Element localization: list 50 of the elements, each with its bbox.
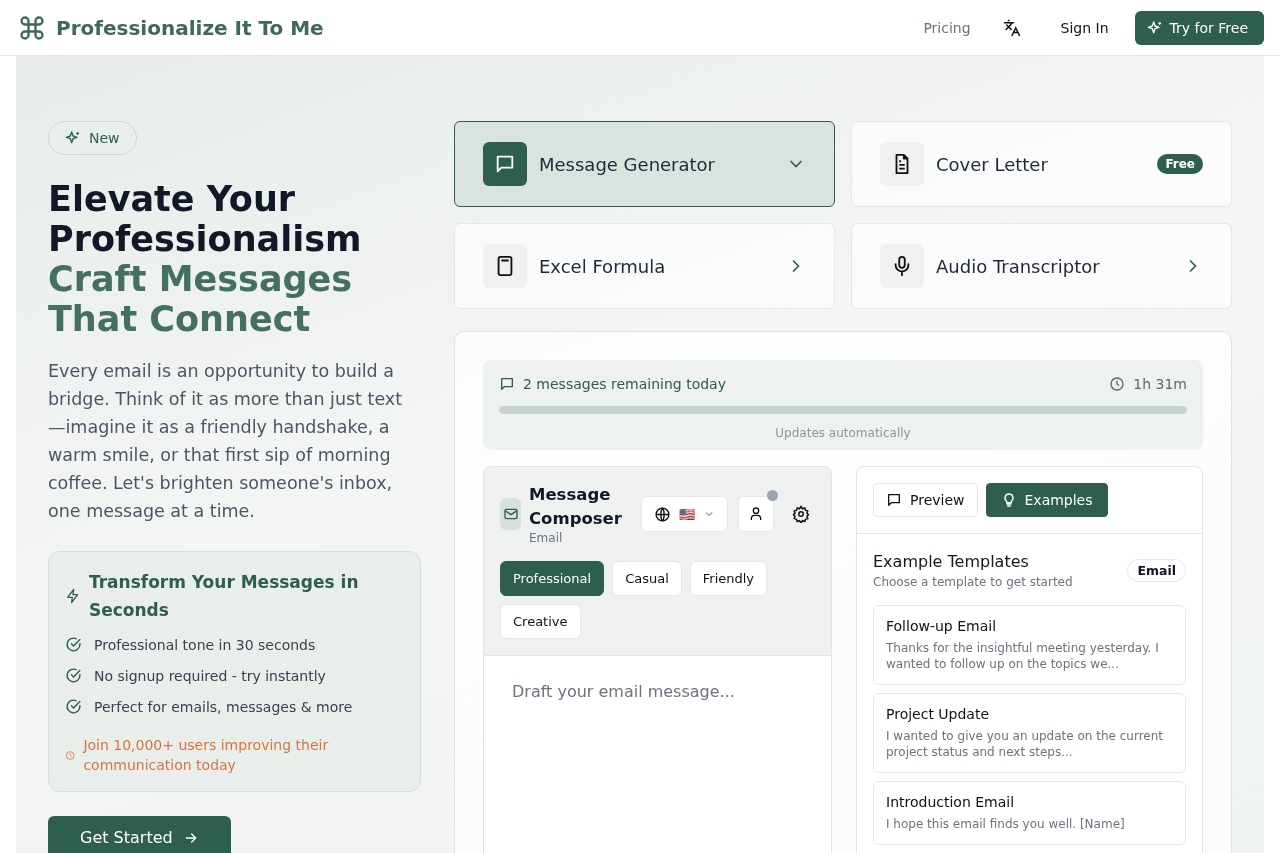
brand-name: Professionalize It To Me [56,15,324,40]
feature-item: Perfect for emails, messages & more [94,698,353,715]
tool-card[interactable]: Excel Formula [454,223,835,309]
template-card[interactable]: Project Update I wanted to give you an update on the current project status and next steps... [873,693,1186,773]
tone-chip[interactable]: Friendly [689,561,768,596]
lightning-icon [65,587,81,605]
try-for-free-button[interactable]: Try for Free [1134,10,1264,45]
hero-description: Every email is an opportunity to build a bridge. Think of it as more than just text—imagine it as a friendly handshake, a warm smile, or that first sip of morning coffee. Let's brighten someone's inbox, one message at a time. [48,360,404,523]
sign-in-button[interactable]: Sign In [1042,11,1127,44]
feature-item: Professional tone in 30 seconds [94,636,316,653]
examples-tab[interactable]: Examples [985,483,1108,517]
feature-card-title: Transform Your Messages in Seconds [88,571,360,622]
person-icon [748,506,764,522]
chat-bubble-icon [886,492,902,508]
template-card[interactable]: Introduction Email I hope this email finds you well. [Name] [873,781,1186,845]
new-badge: New [48,121,137,155]
composer-title: Message Composer [529,484,623,530]
tone-chip[interactable]: Casual [612,561,682,596]
message-input-field[interactable]: Draft your email message... [483,656,832,853]
free-badge: Free [1157,154,1203,174]
settings-icon[interactable] [792,505,810,523]
tool-card[interactable]: Audio Transcriptor [851,223,1232,309]
person-button[interactable] [738,496,774,532]
notification-dot [767,490,778,501]
get-started-button[interactable]: Get Started [48,816,231,853]
pricing-link[interactable]: Pricing [913,11,981,44]
command-logo-icon [18,13,46,42]
template-card[interactable]: Follow-up Email Thanks for the insightful meeting yesterday. I wanted to follow up on the topics we... [873,605,1186,685]
chat-bubble-icon [499,376,515,392]
language-select[interactable]: 🇺🇸 [641,496,728,532]
hero-heading: Elevate Your Professionalism Craft Messages That Connect [48,179,362,339]
composer-subtitle: Email [529,531,564,545]
tool-card[interactable]: Cover Letter Free [851,121,1232,207]
templates-title: Example Templates [873,552,1030,571]
tone-chip[interactable]: Professional [500,561,605,596]
tone-chip[interactable]: Creative [500,604,581,639]
clock-icon [1109,376,1126,392]
tool-card[interactable]: Message Generator [454,121,835,207]
sparkle-icon [1146,19,1163,36]
globe-icon [654,505,671,523]
envelope-icon [500,498,521,530]
update-note: Updates automatically [774,426,912,440]
clock-icon [65,748,76,762]
social-proof-note: Join 10,000+ users improving their communication today [83,736,330,775]
reset-timer: 1h 31m [1133,376,1187,392]
chat-bubble-icon [494,153,516,175]
preview-tab[interactable]: Preview [873,483,978,517]
templates-subtitle: Choose a template to get started [873,575,1073,589]
messages-remaining: 2 messages remaining today [523,376,726,392]
feature-item: No signup required - try instantly [94,667,326,684]
